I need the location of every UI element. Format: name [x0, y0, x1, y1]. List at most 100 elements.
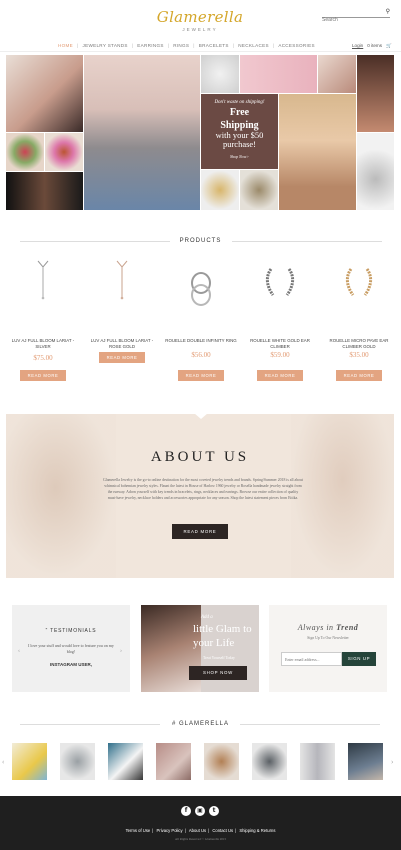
nav-item-jewelry-stands[interactable]: JEWELRY STANDS [82, 43, 127, 48]
product-name[interactable]: ROUELLE MICRO PAVE EAR CLIMBER GOLD [322, 338, 396, 350]
about-bg-model-right [291, 414, 394, 578]
nav-separator: | [193, 43, 195, 48]
instagram-photo[interactable] [204, 743, 239, 780]
instagram-icon[interactable]: ▣ [195, 806, 205, 816]
cart-icon[interactable]: 🛒 [386, 43, 392, 49]
product-price: $56.00 [191, 351, 211, 359]
instagram-photo[interactable] [348, 743, 383, 780]
product-name[interactable]: ROUELLE DOUBLE INFINITY RING [164, 338, 238, 344]
main-nav: HOME | JEWELRY STANDS | EARRINGS | RINGS… [0, 40, 401, 52]
glam-line-1: Add a [201, 615, 213, 620]
promo-free-shipping[interactable]: Don't waste on shipping! Free Shipping w… [201, 94, 278, 169]
nav-item-necklaces[interactable]: NECKLACES [238, 43, 269, 48]
section-notch [194, 414, 208, 419]
promo-shop-now[interactable]: Shop Now> [201, 154, 278, 159]
logo-name: Glamerella [156, 8, 244, 26]
footer-link-privacy[interactable]: Privacy Policy [157, 828, 183, 833]
footer-link-about[interactable]: About Us [189, 828, 206, 833]
hero-tile-rings-hand-2[interactable] [318, 55, 356, 93]
nav-item-earrings[interactable]: EARRINGS [137, 43, 163, 48]
facebook-icon[interactable]: f [181, 806, 191, 816]
glam-line-3: your Life [193, 637, 235, 649]
shop-now-button[interactable]: SHOP NOW [189, 666, 247, 680]
hero-tile-ring-model[interactable] [357, 55, 394, 132]
testimonial-text: I love your stuff and would love to feat… [28, 643, 114, 654]
testimonials-title: TESTIMONIALS [50, 628, 97, 634]
signup-button[interactable]: SIGN UP [342, 652, 376, 666]
cart-count[interactable]: 0 items [367, 43, 382, 49]
testimonials-box: “ TESTIMONIALS ‹ I love your stuff and w… [12, 605, 130, 692]
copyright: All Rights Reserved © Glamerella 2015 [174, 837, 227, 841]
product-image-infinity-ring[interactable] [176, 255, 226, 330]
hero-tile-bib-necklace[interactable] [201, 170, 239, 210]
site-header: Glamerella JEWELRY ⚲ [0, 0, 401, 40]
hero-tile-ring-box[interactable] [201, 55, 239, 93]
instagram-photo[interactable] [108, 743, 143, 780]
nav-item-bracelets[interactable]: BRACELETS [199, 43, 229, 48]
hero-tile-earring-model[interactable] [6, 172, 83, 210]
product-card[interactable]: ROUELLE DOUBLE INFINITY RING $56.00 READ… [164, 255, 238, 390]
product-card[interactable]: ROUELLE MICRO PAVE EAR CLIMBER GOLD $35.… [322, 255, 396, 390]
footer-link-contact[interactable]: Contact Us [212, 828, 233, 833]
read-more-button[interactable]: READ MORE [178, 370, 224, 381]
instagram-photo[interactable] [60, 743, 95, 780]
instagram-photo[interactable] [12, 743, 47, 780]
read-more-button[interactable]: READ MORE [257, 370, 303, 381]
hero-tile-fashion-model[interactable] [84, 55, 200, 210]
footer-links: Terms of Use | Privacy Policy | About Us | … [125, 828, 276, 833]
nav-item-rings[interactable]: RINGS [173, 43, 189, 48]
email-field[interactable] [281, 652, 342, 666]
product-card[interactable]: LUV AJ FULL BLOOM LARIAT - SILVER $75.00… [6, 255, 80, 390]
glam-banner[interactable]: Add a little Glam to your Life Treat You… [141, 605, 259, 692]
product-card[interactable]: ROUELLE WHITE GOLD EAR CLIMBER $59.00 RE… [243, 255, 317, 390]
product-price: $35.00 [349, 351, 369, 359]
about-read-more-button[interactable]: READ MORE [172, 524, 228, 539]
next-arrow-icon[interactable]: › [120, 648, 122, 654]
product-image-micro-pave-climber[interactable] [334, 255, 384, 330]
testimonial-author: INSTAGRAM USER, [50, 662, 92, 667]
product-image-lariat-silver[interactable] [18, 255, 68, 330]
hero-tile-bangles[interactable] [240, 170, 278, 210]
hero-tile-cocktail-ring[interactable] [6, 133, 44, 171]
twitter-icon[interactable]: t [209, 806, 219, 816]
product-price: $59.00 [270, 351, 290, 359]
nav-item-home[interactable]: HOME [58, 43, 73, 48]
hero-mosaic: Don't waste on shipping! Free Shipping w… [6, 55, 394, 210]
product-name[interactable]: ROUELLE WHITE GOLD EAR CLIMBER [243, 338, 317, 350]
search-box: ⚲ [322, 8, 390, 23]
instagram-photo[interactable] [300, 743, 335, 780]
product-name[interactable]: LUV AJ FULL BLOOM LARIAT - ROSE GOLD [85, 338, 159, 350]
footer-link-terms[interactable]: Terms of Use [126, 828, 151, 833]
read-more-button[interactable]: READ MORE [20, 370, 66, 381]
instagram-photo[interactable] [156, 743, 191, 780]
search-icon[interactable]: ⚲ [386, 8, 390, 15]
logo-subtitle: JEWELRY [182, 27, 218, 32]
prev-arrow-icon[interactable]: ‹ [18, 648, 20, 654]
instagram-prev-icon[interactable]: ‹ [2, 758, 4, 766]
glam-line-2: little Glam to [193, 623, 252, 635]
search-input[interactable] [322, 17, 378, 23]
product-name[interactable]: LUV AJ FULL BLOOM LARIAT - SILVER [6, 338, 80, 350]
logo[interactable]: Glamerella JEWELRY [150, 8, 250, 32]
instagram-photo[interactable] [252, 743, 287, 780]
hero-tile-blonde-model[interactable] [279, 94, 356, 210]
login-link[interactable]: Login [352, 43, 363, 49]
nav-item-accessories[interactable]: ACCESSORIES [278, 43, 315, 48]
read-more-button[interactable]: READ MORE [336, 370, 382, 381]
divider [232, 241, 382, 242]
hero-tile-pink-rings[interactable] [240, 55, 317, 93]
hero-tile-rings-hand[interactable] [6, 55, 83, 132]
instagram-next-icon[interactable]: › [391, 758, 393, 766]
product-price: $75.00 [33, 354, 53, 362]
footer-link-shipping[interactable]: Shipping & Returns [239, 828, 275, 833]
about-section: ABOUT US Glamerella Jewelry is the go-to… [6, 414, 394, 578]
read-more-button[interactable]: READ MORE [99, 352, 145, 363]
hero-tile-gem-ring[interactable] [45, 133, 83, 171]
newsletter-box: Always in Trend Sign Up To Our Newslette… [269, 605, 387, 692]
product-image-lariat-rose-gold[interactable] [97, 255, 147, 330]
product-card[interactable]: LUV AJ FULL BLOOM LARIAT - ROSE GOLD REA… [85, 255, 159, 390]
product-image-white-gold-climber[interactable] [255, 255, 305, 330]
nav-separator: | [272, 43, 275, 48]
hero-tile-solitaire-ring[interactable] [357, 133, 394, 210]
promo-line-2a: Free [229, 107, 250, 118]
